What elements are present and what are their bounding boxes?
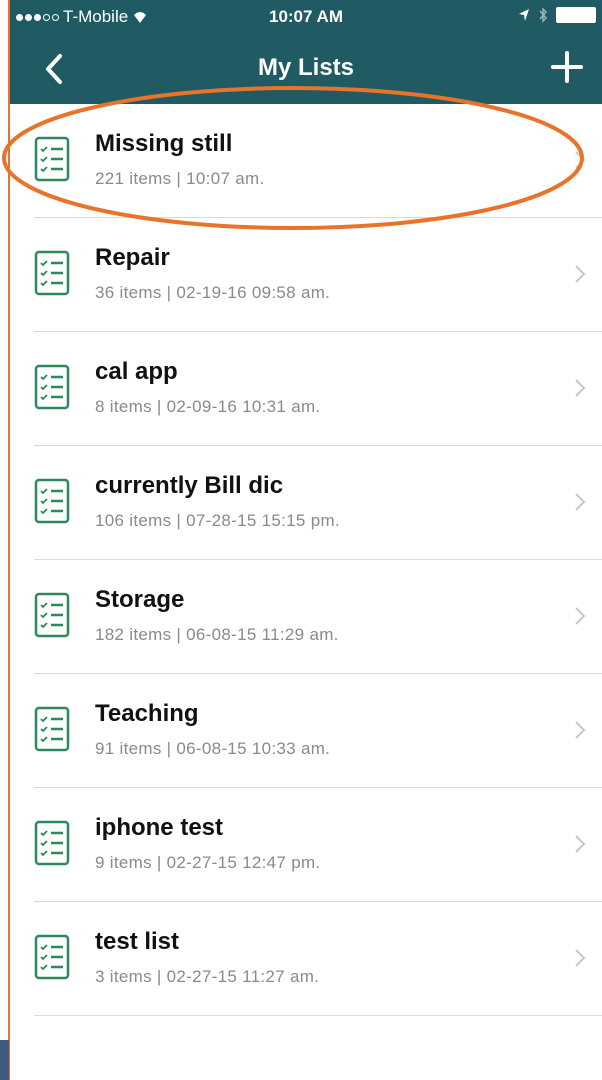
list-item-3[interactable]: cal app 8 items | 02-09-16 10:31 am.	[34, 332, 602, 446]
left-edge-border	[0, 0, 10, 1080]
list-meta: 36 items | 02-19-16 09:58 am.	[95, 283, 330, 303]
chevron-right-icon	[575, 379, 586, 397]
list-name: Storage	[95, 586, 185, 613]
list-item-5[interactable]: Storage 182 items | 06-08-15 11:29 am.	[34, 560, 602, 674]
list-meta: 182 items | 06-08-15 11:29 am.	[95, 625, 339, 645]
list-name: iphone test	[95, 814, 224, 841]
page-title: My Lists	[257, 54, 355, 81]
list-item-6[interactable]: Teaching 91 items | 06-08-15 10:33 am.	[34, 674, 602, 788]
list-meta: 221 items | 10:07 am.	[95, 169, 264, 189]
navigation-bar: My Lists	[10, 34, 602, 104]
left-edge-strip	[0, 1040, 9, 1080]
list-meta: 9 items | 02-27-15 12:47 pm.	[95, 853, 320, 873]
item-count: 9 items	[95, 853, 152, 872]
separator: |	[151, 967, 167, 986]
list-meta: 8 items | 02-09-16 10:31 am.	[95, 397, 320, 417]
list-meta: 91 items | 06-08-15 10:33 am.	[95, 739, 330, 759]
status-time: 10:07 AM	[268, 7, 343, 26]
list-item-4[interactable]: currently Bill dic 106 items | 07-28-15 …	[34, 446, 602, 560]
list-meta: 106 items | 07-28-15 15:15 pm.	[95, 511, 340, 531]
separator: |	[151, 397, 167, 416]
last-modified: 10:07 am.	[186, 169, 265, 188]
list-name: Repair	[95, 244, 170, 271]
item-count: 221 items	[95, 169, 172, 188]
separator: |	[151, 853, 167, 872]
last-modified: 02-27-15 11:27 am.	[166, 967, 320, 986]
chevron-right-icon	[575, 151, 586, 169]
separator: |	[161, 739, 177, 758]
item-count: 91 items	[95, 739, 162, 758]
item-count: 3 items	[95, 967, 152, 986]
list-item-1[interactable]: Missing still 221 items | 10:07 am.	[34, 104, 602, 218]
item-count: 36 items	[95, 283, 162, 302]
item-count: 106 items	[95, 511, 172, 530]
list-meta: 3 items | 02-27-15 11:27 am.	[95, 967, 319, 987]
status-right	[518, 7, 596, 23]
list-name: Teaching	[95, 700, 199, 727]
last-modified: 06-08-15 10:33 am.	[176, 739, 331, 758]
list-name: cal app	[95, 358, 178, 385]
chevron-right-icon	[575, 949, 586, 967]
list-name: currently Bill dic	[95, 472, 284, 499]
checklist-icon	[34, 478, 70, 524]
chevron-right-icon	[575, 493, 586, 511]
separator: |	[171, 511, 187, 530]
last-modified: 02-19-16 09:58 am.	[176, 283, 331, 302]
separator: |	[171, 169, 187, 188]
checklist-icon	[34, 706, 70, 752]
checklist-icon	[34, 592, 70, 638]
last-modified: 02-27-15 12:47 pm.	[166, 853, 321, 872]
item-count: 8 items	[95, 397, 152, 416]
list-item-8[interactable]: test list 3 items | 02-27-15 11:27 am.	[34, 902, 602, 1016]
list-item-2[interactable]: Repair 36 items | 02-19-16 09:58 am.	[34, 218, 602, 332]
last-modified: 06-08-15 11:29 am.	[186, 625, 339, 644]
last-modified: 07-28-15 15:15 pm.	[186, 511, 340, 530]
phone-screen: T-Mobile 10:07 AM My Lists Missing still…	[10, 0, 602, 1080]
item-count: 182 items	[95, 625, 172, 644]
add-list-button[interactable]	[550, 50, 584, 84]
list-name: Missing still	[95, 130, 233, 157]
bluetooth-icon	[539, 7, 547, 23]
chevron-right-icon	[575, 721, 586, 739]
last-modified: 02-09-16 10:31 am.	[166, 397, 321, 416]
separator: |	[161, 283, 177, 302]
battery-icon	[556, 7, 596, 23]
location-arrow-icon	[519, 9, 529, 21]
checklist-icon	[34, 136, 70, 182]
checklist-icon	[34, 820, 70, 866]
lists-table: Missing still 221 items | 10:07 am. Repa…	[10, 104, 602, 1016]
checklist-icon	[34, 364, 70, 410]
checklist-icon	[34, 934, 70, 980]
chevron-right-icon	[575, 607, 586, 625]
chevron-right-icon	[575, 835, 586, 853]
checklist-icon	[34, 250, 70, 296]
list-item-7[interactable]: iphone test 9 items | 02-27-15 12:47 pm.	[34, 788, 602, 902]
list-name: test list	[95, 928, 180, 955]
chevron-right-icon	[575, 265, 586, 283]
status-bar: T-Mobile 10:07 AM	[10, 0, 602, 34]
separator: |	[171, 625, 187, 644]
